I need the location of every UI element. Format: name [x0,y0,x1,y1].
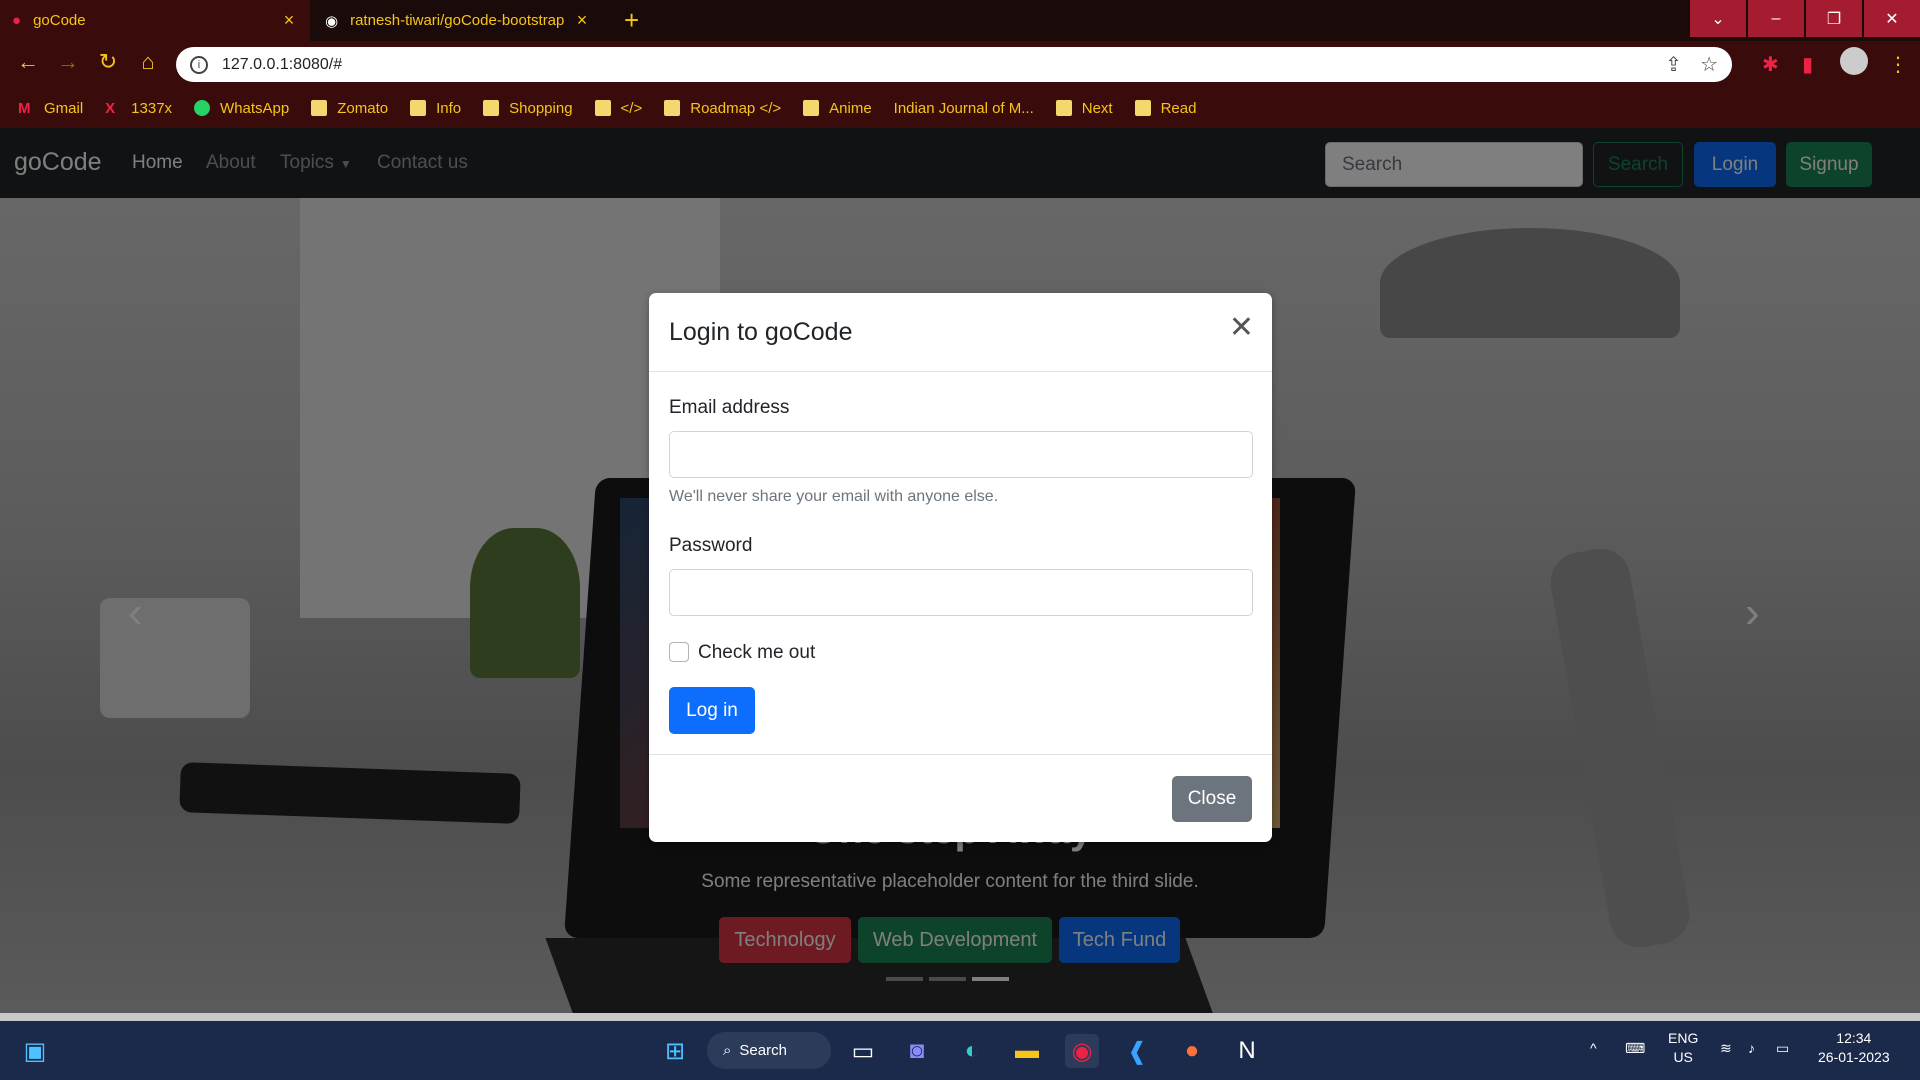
vscode-icon[interactable]: ❰ [1120,1034,1154,1068]
email-help-text: We'll never share your email with anyone… [669,488,999,505]
taskbar: ▣ ⊞ ⌕ Search ▭ ◙ ◐ ▬ ◉ ❰ ● N ^ ⌨ ENG US ≋ … [0,1021,1920,1080]
task-view-icon[interactable]: ▭ [846,1034,880,1068]
folder-icon [1134,100,1151,116]
login-modal: Login to goCode ✕ Email address We'll ne… [649,293,1272,842]
password-field[interactable] [669,569,1253,616]
check-me-out-checkbox[interactable] [669,642,689,662]
tab-gocode[interactable]: ● goCode × [0,0,310,41]
language-indicator[interactable]: ENG US [1668,1029,1698,1067]
folder-icon [311,100,328,116]
web-page: goCode Home About Topics▼ Contact us Sea… [0,128,1920,1013]
share-icon[interactable]: ⇪ [1665,52,1682,77]
back-icon[interactable]: ← [12,49,44,75]
clock[interactable]: 12:34 26-01-2023 [1818,1029,1890,1067]
profile-avatar[interactable] [1840,47,1868,75]
bookmark-star-icon[interactable]: ☆ [1700,52,1718,77]
reload-icon[interactable]: ↻ [92,49,124,75]
windows-start-icon[interactable]: ⊞ [658,1034,692,1068]
wifi-icon[interactable]: ≋ [1720,1039,1732,1058]
folder-icon [483,100,500,116]
extensions-icon[interactable]: ✱ [1762,52,1779,77]
bookmark-roadmap[interactable]: Roadmap </> [664,100,781,117]
gmail-icon: M [18,100,31,117]
widgets-icon[interactable]: ▣ [18,1034,52,1068]
x-logo-icon: X [105,100,116,117]
file-explorer-icon[interactable]: ▬ [1010,1034,1044,1068]
edge-icon[interactable]: ◐ [955,1034,989,1068]
tab-search-icon[interactable]: ⌄ [1690,0,1746,37]
bookmark-shopping[interactable]: Shopping [483,100,573,117]
browser-toolbar: ← → ↻ ⌂ i 127.0.0.1:8080/# ⇪ ☆ ✱ ▮ ⋮ [0,41,1920,88]
bookmark-next[interactable]: Next [1055,100,1113,117]
whatsapp-icon [194,100,211,116]
volume-icon[interactable]: ♪ [1748,1039,1755,1058]
menu-kebab-icon[interactable]: ⋮ [1888,52,1908,77]
gocode-favicon-icon: ● [12,12,22,29]
forward-icon[interactable]: → [52,49,84,75]
page-scrollbar-area [0,1013,1920,1021]
teams-chat-icon[interactable]: ◙ [900,1034,934,1068]
bookmark-gmail[interactable]: M Gmail [18,100,83,118]
side-panel-icon[interactable]: ▮ [1802,52,1813,77]
bookmark-anime[interactable]: Anime [803,100,872,117]
url-text: 127.0.0.1:8080/# [222,55,343,73]
github-icon: ◉ [325,12,339,30]
chrome-icon[interactable]: ◉ [1065,1034,1099,1068]
tab-close-icon[interactable]: × [280,10,298,31]
password-label: Password [669,535,753,556]
close-window-icon[interactable]: ✕ [1864,0,1920,37]
firefox-icon[interactable]: ● [1175,1034,1209,1068]
home-icon[interactable]: ⌂ [132,49,164,75]
folder-icon [1055,100,1072,116]
email-field[interactable] [669,431,1253,478]
modal-header: Login to goCode ✕ [649,293,1272,372]
bookmark-zomato[interactable]: Zomato [311,100,388,117]
search-icon: ⌕ [723,1042,732,1059]
notion-icon[interactable]: N [1230,1034,1264,1068]
bookmark-code[interactable]: </> [594,100,642,117]
modal-close-icon[interactable]: ✕ [1229,313,1254,343]
modal-footer: Close [649,754,1272,842]
tray-overflow-icon[interactable]: ^ [1590,1039,1597,1058]
checkbox-label: Check me out [698,642,816,663]
bookmarks-bar: M Gmail X 1337x WhatsApp Zomato Info Shopp… [0,88,1920,128]
window-controls: ⌄ – ❐ ✕ [1688,0,1920,37]
site-info-icon[interactable]: i [190,55,208,74]
bookmark-1337x[interactable]: X 1337x [105,100,172,118]
close-button[interactable]: Close [1172,776,1252,822]
modal-title: Login to goCode [669,318,853,346]
battery-icon[interactable]: ▭ [1776,1039,1789,1058]
address-bar[interactable]: i 127.0.0.1:8080/# ⇪ ☆ [176,47,1732,82]
tab-github[interactable]: ◉ ratnesh-tiwari/goCode-bootstrap × [313,0,603,41]
minimize-icon[interactable]: – [1748,0,1804,37]
tab-strip: ● goCode × ◉ ratnesh-tiwari/goCode-boots… [0,0,1920,41]
folder-icon [803,100,820,116]
bookmark-info[interactable]: Info [410,100,461,117]
new-tab-button[interactable]: + [624,6,639,34]
keyboard-icon[interactable]: ⌨ [1625,1039,1645,1058]
bookmark-indian-journal[interactable]: Indian Journal of M... [894,100,1034,117]
bookmark-read[interactable]: Read [1134,100,1196,117]
tab-title: goCode [33,12,86,29]
restore-icon[interactable]: ❐ [1806,0,1862,37]
folder-icon [664,100,681,116]
log-in-button[interactable]: Log in [669,687,755,734]
taskbar-search[interactable]: ⌕ Search [707,1032,831,1069]
tab-close-icon[interactable]: × [573,10,591,31]
folder-icon [410,100,427,116]
bookmark-whatsapp[interactable]: WhatsApp [194,100,289,117]
tab-title: ratnesh-tiwari/goCode-bootstrap [350,12,565,29]
email-label: Email address [669,397,790,418]
folder-icon [594,100,611,116]
